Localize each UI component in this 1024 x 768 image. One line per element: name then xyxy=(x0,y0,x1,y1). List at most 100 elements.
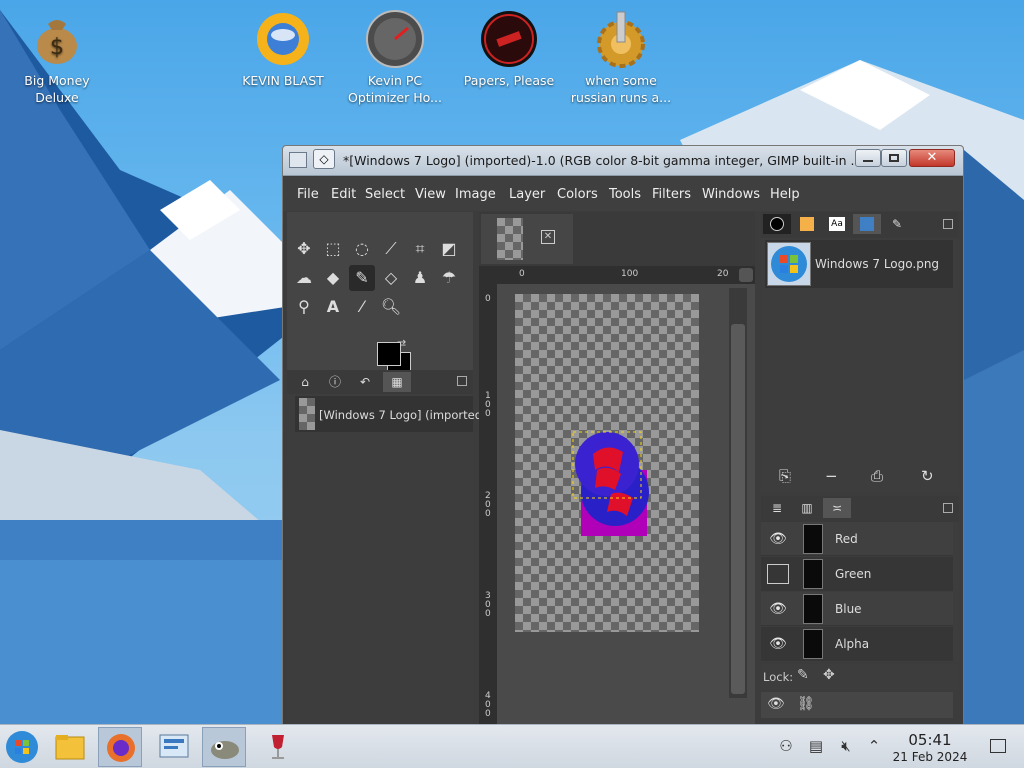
scrollbar-thumb[interactable] xyxy=(731,324,745,694)
bucket-fill-icon[interactable]: ◆ xyxy=(320,265,346,291)
transform-icon[interactable]: ◩ xyxy=(436,236,462,262)
text-tool-icon[interactable]: A xyxy=(320,294,346,320)
menu-layer[interactable]: Layer xyxy=(509,187,545,202)
zoom-icon[interactable]: 🔍︎ xyxy=(378,294,404,320)
paths-tab-icon[interactable]: ≍ xyxy=(823,498,851,518)
menu-select[interactable]: Select xyxy=(365,187,405,202)
color-picker-icon[interactable]: ⁄ xyxy=(349,294,375,320)
panel-menu-icon[interactable] xyxy=(457,376,467,386)
taskbar-wine-app[interactable] xyxy=(256,727,300,767)
volume-muted-icon[interactable]: 🔇︎ xyxy=(836,737,856,757)
paths-icon[interactable]: ⚲ xyxy=(291,294,317,320)
menu-windows[interactable]: Windows xyxy=(702,187,760,202)
remove-image-icon[interactable]: − xyxy=(825,467,838,485)
close-button[interactable]: ✕ xyxy=(909,149,955,167)
brush-tab-icon[interactable] xyxy=(763,214,791,234)
layers-tab-icon[interactable]: ≣ xyxy=(763,498,791,518)
warp-icon[interactable]: ☁ xyxy=(291,265,317,291)
channel-row-alpha[interactable]: 👁︎ Alpha xyxy=(761,627,953,661)
visibility-toggle-empty[interactable] xyxy=(767,564,789,584)
taskbar-gimp[interactable] xyxy=(202,727,246,767)
refresh-icon[interactable]: ↻ xyxy=(921,467,934,485)
desktop-icon-russian[interactable]: when some russian runs a... xyxy=(566,2,676,106)
windows-logo-thumbnail xyxy=(767,242,811,286)
desktop-icon-big-money-deluxe[interactable]: $ Big Money Deluxe xyxy=(2,2,112,106)
window-titlebar[interactable]: ◇ *[Windows 7 Logo] (imported)-1.0 (RGB … xyxy=(283,146,963,176)
visibility-eye-icon[interactable]: 👁︎ xyxy=(767,634,789,654)
image-list-item[interactable]: [Windows 7 Logo] (imported xyxy=(295,396,482,432)
font-tab-icon[interactable]: Aa xyxy=(823,214,851,234)
smudge-icon[interactable]: ☂ xyxy=(436,265,462,291)
show-desktop-icon[interactable] xyxy=(990,739,1006,753)
channels-tab-icon[interactable]: ▥ xyxy=(793,498,821,518)
seal-icon xyxy=(478,8,540,70)
visibility-eye-icon[interactable]: 👁︎ xyxy=(767,599,789,619)
paintbrush-icon[interactable]: ✎ xyxy=(349,265,375,291)
menu-edit[interactable]: Edit xyxy=(331,187,356,202)
device-status-icon[interactable]: ⌂ xyxy=(291,372,319,392)
menu-view[interactable]: View xyxy=(415,187,446,202)
minimize-button[interactable] xyxy=(855,149,881,167)
ruler-label: 2 0 0 xyxy=(485,491,491,519)
open-image-icon[interactable]: ⎘ xyxy=(779,467,791,485)
image-doc-tab-icon[interactable] xyxy=(853,214,881,234)
panel-menu-icon[interactable] xyxy=(943,219,953,229)
info-icon[interactable]: ⓘ xyxy=(321,372,349,392)
taskbar-file-manager[interactable] xyxy=(48,727,92,767)
gear-icon xyxy=(590,8,652,70)
tool-preset-tab-icon[interactable]: ✎ xyxy=(883,214,911,234)
lock-pixels-icon[interactable]: ✎ xyxy=(797,667,809,683)
network-tray-icon[interactable]: ⚇ xyxy=(776,737,796,757)
rect-select-icon[interactable]: ⬚ xyxy=(320,236,346,262)
canvas-area[interactable]: 0 100 20 0 1 0 0 2 0 0 3 0 0 4 0 0 xyxy=(479,266,755,724)
windows-logo-image xyxy=(572,431,649,536)
menu-filters[interactable]: Filters xyxy=(652,187,691,202)
sticky-icon[interactable]: ◇ xyxy=(313,149,335,169)
panel-menu-icon[interactable] xyxy=(943,503,953,513)
channel-row-green[interactable]: Green xyxy=(761,557,953,591)
ruler-label: 0 xyxy=(519,269,525,279)
foreground-color-swatch[interactable] xyxy=(377,342,401,366)
channel-row-blue[interactable]: 👁︎ Blue xyxy=(761,592,953,626)
lock-position-icon[interactable]: ✥ xyxy=(823,667,835,683)
lasso-icon[interactable]: ◌ xyxy=(349,236,375,262)
window-menu-icon[interactable] xyxy=(289,152,307,168)
menu-tools[interactable]: Tools xyxy=(609,187,641,202)
zoom-navigate-icon[interactable] xyxy=(739,268,753,282)
menu-help[interactable]: Help xyxy=(770,187,800,202)
images-panel: [Windows 7 Logo] (imported xyxy=(287,394,482,724)
crop-icon[interactable]: ⌗ xyxy=(407,236,433,262)
channel-row-red[interactable]: 👁︎ Red xyxy=(761,522,953,556)
clone-icon[interactable]: ♟ xyxy=(407,265,433,291)
vertical-scrollbar[interactable] xyxy=(729,288,747,698)
document-list-item[interactable]: Windows 7 Logo.png xyxy=(765,240,953,288)
visibility-eye-icon[interactable]: 👁︎ xyxy=(767,529,789,549)
clipboard-tray-icon[interactable]: ▤ xyxy=(806,737,826,757)
channel-thumbnail xyxy=(803,559,823,589)
channel-extra-row[interactable]: 👁︎ ⛓︎ xyxy=(761,692,953,718)
close-tab-icon[interactable]: ✕ xyxy=(541,230,555,244)
undo-history-icon[interactable]: ↶ xyxy=(351,372,379,392)
chain-icon[interactable]: ⛓︎ xyxy=(797,696,815,712)
eraser-icon[interactable]: ◇ xyxy=(378,265,404,291)
image-canvas[interactable] xyxy=(515,294,699,632)
maximize-button[interactable] xyxy=(881,149,907,167)
menu-colors[interactable]: Colors xyxy=(557,187,598,202)
visibility-eye-icon[interactable]: 👁︎ xyxy=(767,696,785,712)
desktop-icon-kevin-blast[interactable]: KEVIN BLAST xyxy=(228,2,338,89)
print-icon[interactable]: ⎙ xyxy=(871,467,883,485)
taskbar-control-panel[interactable] xyxy=(152,727,196,767)
images-tab-icon[interactable]: ▦ xyxy=(383,372,411,392)
taskbar-clock[interactable]: 05:41 21 Feb 2024 xyxy=(885,731,975,764)
desktop-icon-papers-please[interactable]: Papers, Please xyxy=(454,2,564,89)
chevron-up-icon[interactable]: ⌃ xyxy=(864,737,884,757)
image-tab[interactable]: ✕ xyxy=(481,214,573,264)
pattern-tab-icon[interactable] xyxy=(793,214,821,234)
desktop-icon-kevin-pc-optimizer[interactable]: Kevin PC Optimizer Ho... xyxy=(340,2,450,106)
menu-image[interactable]: Image xyxy=(455,187,496,202)
menu-file[interactable]: File xyxy=(297,187,319,202)
start-button[interactable] xyxy=(0,727,44,767)
move-tool-icon[interactable]: ✥ xyxy=(291,236,317,262)
fuzzy-select-icon[interactable]: ⟋ xyxy=(378,236,404,262)
taskbar-firefox[interactable] xyxy=(98,727,142,767)
